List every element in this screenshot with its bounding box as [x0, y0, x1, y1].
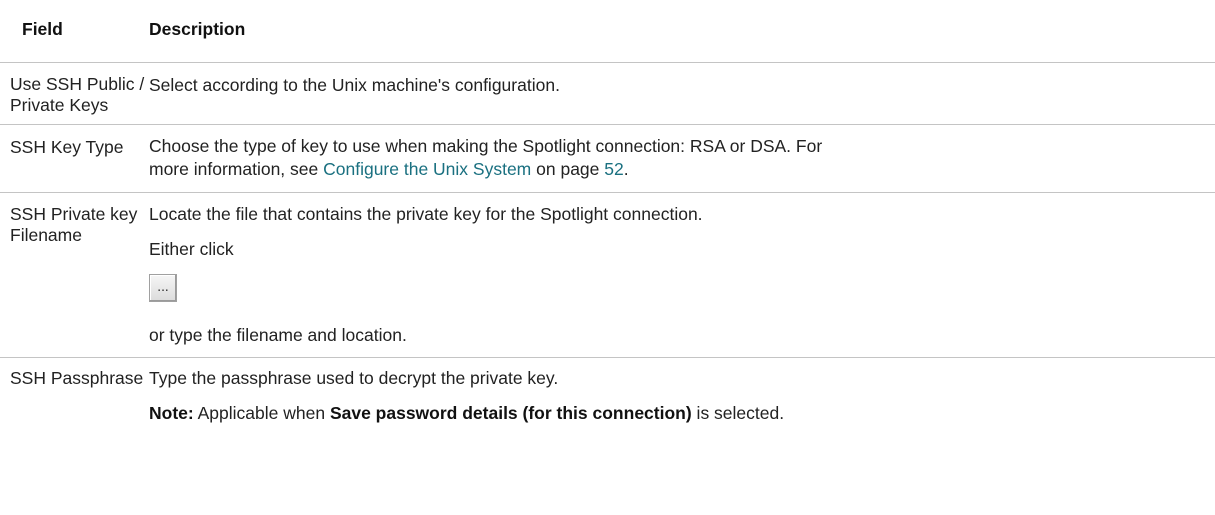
table-row: Use SSH Public / Private Keys Select acc… — [0, 63, 1215, 125]
description-text: Choose the type of key to use when makin… — [149, 136, 823, 156]
browse-ellipsis-button[interactable]: ... — [149, 274, 177, 302]
table-row: SSH Passphrase Type the passphrase used … — [0, 358, 1215, 478]
note-label: Note: — [149, 403, 194, 423]
note-text: Note: Applicable when Save password deta… — [149, 403, 785, 423]
browse-button-container: ... — [149, 274, 1199, 302]
table-row: SSH Private key Filename Locate the file… — [0, 193, 1215, 358]
column-header-description: Description — [149, 19, 246, 39]
note-bold-option: Save password details (for this connecti… — [329, 403, 692, 423]
description-text-or: or type the filename and location. — [149, 325, 407, 345]
page-number-link[interactable]: 52 — [604, 159, 623, 179]
configure-unix-system-link[interactable]: Configure the Unix System — [323, 159, 531, 179]
description-text: Type the passphrase used to decrypt the … — [149, 368, 559, 388]
field-description: Select according to the Unix machine's c… — [149, 74, 1199, 97]
description-text-line2: more information, see Configure the Unix… — [149, 159, 629, 179]
field-description: Type the passphrase used to decrypt the … — [149, 367, 1199, 425]
field-name: SSH Key Type — [10, 137, 124, 157]
table-row: SSH Key Type Choose the type of key to u… — [0, 125, 1215, 193]
column-header-field: Field — [22, 19, 63, 39]
table-header: Field Description — [0, 0, 1215, 63]
field-name: SSH Private key Filename — [10, 204, 138, 245]
field-description: Locate the file that contains the privat… — [149, 203, 1199, 347]
field-description-table: Field Description Use SSH Public / Priva… — [0, 0, 1215, 478]
description-text: Locate the file that contains the privat… — [149, 204, 703, 224]
field-name: Use SSH Public / Private Keys — [10, 74, 145, 115]
description-text-either: Either click — [149, 239, 234, 259]
field-name: SSH Passphrase — [10, 368, 144, 388]
description-text: Select according to the Unix machine's c… — [149, 75, 560, 95]
field-description: Choose the type of key to use when makin… — [149, 135, 1199, 181]
